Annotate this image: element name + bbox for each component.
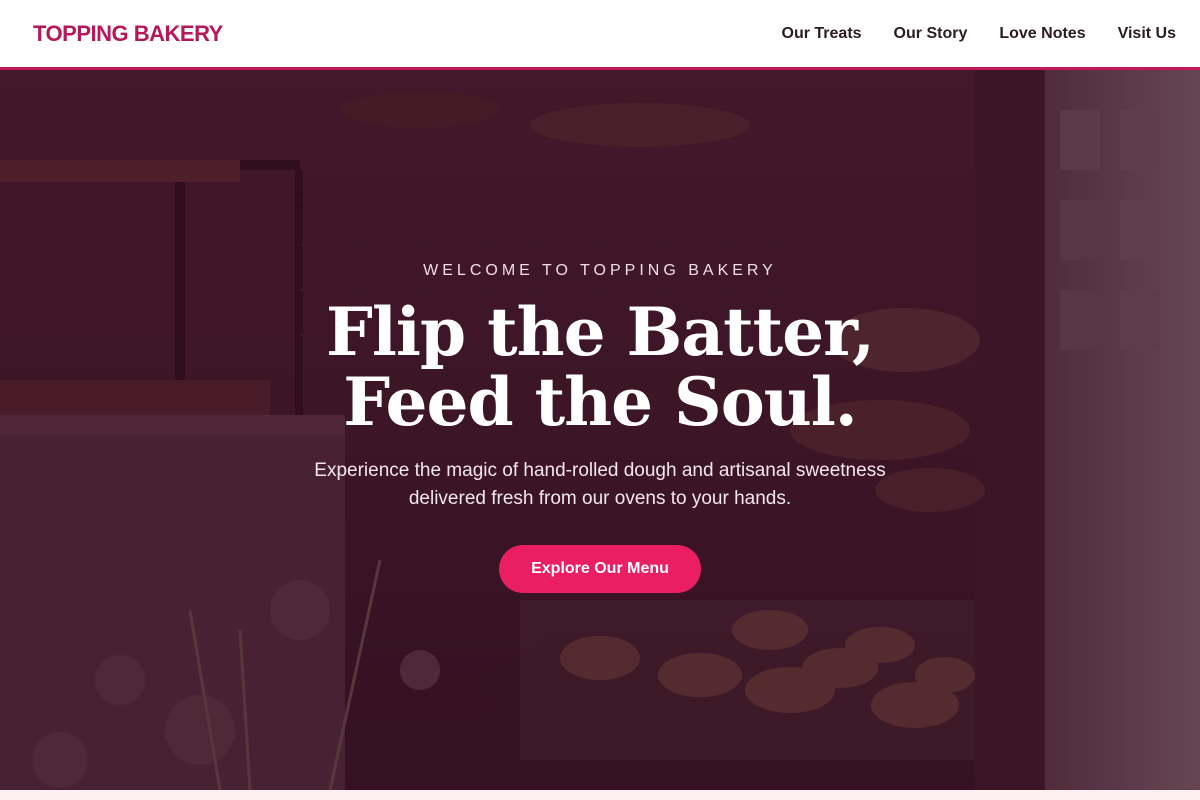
hero-headline-line-1: Flip the Batter,	[325, 293, 875, 371]
nav-link-our-story[interactable]: Our Story	[894, 25, 968, 43]
hero-subtext: Experience the magic of hand-rolled doug…	[270, 457, 930, 513]
hero-headline: Flip the Batter, Feed the Soul.	[325, 293, 875, 441]
nav-links: Our Treats Our Story Love Notes Visit Us	[782, 25, 1176, 43]
hero-section: WELCOME TO TOPPING BAKERY Flip the Batte…	[0, 70, 1200, 790]
nav-link-love-notes[interactable]: Love Notes	[999, 25, 1085, 43]
brand-logo[interactable]: TOPPING BAKERY	[33, 21, 223, 47]
page-bottom-strip	[0, 790, 1200, 800]
nav-link-our-treats[interactable]: Our Treats	[782, 25, 862, 43]
hero-content: WELCOME TO TOPPING BAKERY Flip the Batte…	[0, 70, 1200, 790]
explore-menu-button[interactable]: Explore Our Menu	[499, 545, 701, 593]
hero-eyebrow: WELCOME TO TOPPING BAKERY	[423, 262, 777, 279]
hero-subtext-line-2: delivered fresh from our ovens to your h…	[408, 488, 792, 509]
top-navbar: TOPPING BAKERY Our Treats Our Story Love…	[0, 0, 1200, 70]
nav-link-visit-us[interactable]: Visit Us	[1118, 25, 1176, 43]
hero-headline-line-2: Feed the Soul.	[343, 363, 858, 441]
hero-subtext-line-1: Experience the magic of hand-rolled doug…	[314, 460, 886, 481]
